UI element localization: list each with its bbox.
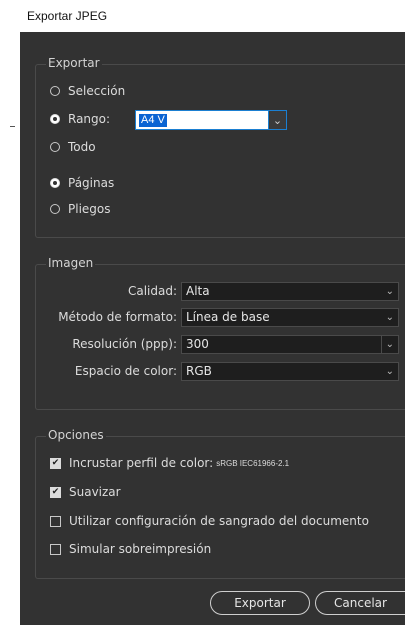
radio-all-indicator[interactable]: [50, 142, 60, 152]
export-group: Exportar Selección Rango: Todo Páginas P…: [35, 56, 405, 238]
embed-profile-value: sRGB IEC61966-2.1: [216, 458, 290, 468]
quality-value: Alta: [186, 284, 210, 298]
range-input[interactable]: A4 V: [135, 110, 285, 130]
format-method-label: Método de formato:: [58, 310, 177, 324]
quality-label: Calidad:: [127, 284, 177, 298]
resolution-combo[interactable]: 300 ⌄: [181, 335, 399, 354]
radio-spreads-label: Pliegos: [68, 202, 111, 216]
color-space-value: RGB: [186, 364, 212, 378]
radio-range-label: Rango:: [68, 112, 111, 126]
radio-range-indicator[interactable]: [50, 114, 60, 124]
checkbox-embed-profile[interactable]: ✔ Incrustar perfil de color: sRGB IEC619…: [50, 454, 289, 472]
checkbox-simulate-overprint-box[interactable]: [50, 543, 61, 555]
window-title: Exportar JPEG: [27, 9, 108, 23]
chevron-down-icon: ⌄: [385, 286, 394, 297]
radio-range[interactable]: Rango:: [50, 110, 110, 128]
color-space-label: Espacio de color:: [74, 364, 177, 378]
options-group: Opciones ✔ Incrustar perfil de color: sR…: [35, 428, 405, 579]
smooth-label: Suavizar: [69, 485, 121, 499]
radio-all[interactable]: Todo: [50, 138, 96, 156]
embed-profile-label: Incrustar perfil de color:: [69, 456, 214, 470]
range-dropdown-button[interactable]: ⌄: [268, 110, 287, 130]
background-margin: [0, 0, 20, 625]
resolution-label: Resolución (ppp):: [72, 337, 177, 351]
checkbox-use-bleed-box[interactable]: [50, 515, 61, 527]
color-space-dropdown[interactable]: RGB ⌄: [181, 362, 399, 381]
radio-spreads-indicator[interactable]: [50, 204, 60, 214]
checkbox-simulate-overprint[interactable]: Simular sobreimpresión: [50, 540, 211, 558]
checkbox-smooth[interactable]: ✔ Suavizar: [50, 483, 121, 501]
checkbox-embed-profile-box[interactable]: ✔: [50, 457, 61, 469]
chevron-down-icon: ⌄: [385, 312, 394, 323]
title-bar: Exportar JPEG: [20, 0, 405, 32]
radio-pages-indicator[interactable]: [50, 178, 60, 188]
options-legend: Opciones: [46, 428, 106, 442]
radio-pages-label: Páginas: [68, 176, 115, 190]
radio-selection-label: Selección: [68, 84, 126, 98]
resolution-separator: [381, 336, 382, 353]
margin-tick: [10, 126, 15, 127]
cancel-button[interactable]: Cancelar: [315, 591, 405, 615]
format-method-value: Línea de base: [186, 310, 270, 324]
use-bleed-label: Utilizar configuración de sangrado del d…: [69, 514, 369, 528]
chevron-down-icon: ⌄: [385, 366, 394, 377]
chevron-down-icon: ⌄: [272, 113, 283, 127]
checkbox-use-bleed[interactable]: Utilizar configuración de sangrado del d…: [50, 512, 369, 530]
export-legend: Exportar: [46, 56, 102, 70]
radio-selection[interactable]: Selección: [50, 82, 125, 100]
quality-dropdown[interactable]: Alta ⌄: [181, 282, 399, 301]
radio-pages[interactable]: Páginas: [50, 174, 114, 192]
image-legend: Imagen: [46, 256, 96, 270]
format-method-dropdown[interactable]: Línea de base ⌄: [181, 308, 399, 327]
simulate-overprint-label: Simular sobreimpresión: [69, 542, 212, 556]
chevron-down-icon[interactable]: ⌄: [386, 336, 394, 353]
export-jpeg-dialog: Exportar Selección Rango: Todo Páginas P…: [20, 32, 405, 625]
radio-spreads[interactable]: Pliegos: [50, 200, 111, 218]
radio-selection-indicator[interactable]: [50, 86, 60, 96]
checkbox-smooth-box[interactable]: ✔: [50, 486, 61, 498]
resolution-value[interactable]: 300: [186, 337, 209, 351]
range-value[interactable]: A4 V: [139, 114, 167, 127]
radio-all-label: Todo: [68, 140, 96, 154]
export-button[interactable]: Exportar: [210, 591, 310, 615]
